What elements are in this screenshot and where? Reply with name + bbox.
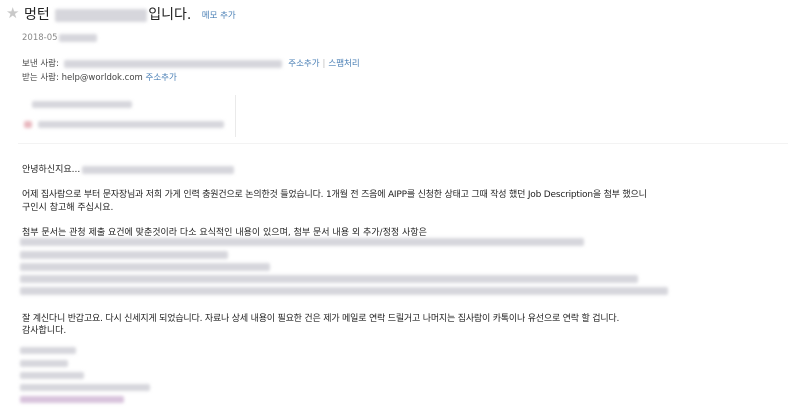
redacted-signature [20, 347, 76, 354]
redacted-subject [55, 8, 148, 22]
redacted-list-item [20, 251, 228, 259]
paragraph-1-line-1: 어제 집사람으로 부터 문자장님과 저희 가게 인력 충원건으로 논의한것 들었… [22, 190, 647, 200]
sender-row: 보낸 사람: 주소추가 | 스팸처리 [22, 57, 360, 69]
star-icon[interactable]: ★ [6, 4, 19, 22]
sender-add-address-link[interactable]: 주소추가 [288, 59, 319, 69]
file-icon [24, 121, 32, 128]
header-divider [18, 143, 788, 144]
email-subject: 멍턴 입니다. 메모 추가 [24, 4, 236, 24]
paragraph-3-line-2: 감사합니다. [22, 326, 67, 336]
recipient-label: 받는 사람: [22, 73, 59, 83]
redacted-signature [20, 384, 150, 391]
redacted-date [58, 33, 97, 42]
spam-link[interactable]: 스팸처리 [328, 59, 359, 69]
paragraph-3-line-1: 잘 계신다니 반갑고요. 다시 신세지게 되었습니다. 자료나 상세 내용이 필… [22, 314, 620, 324]
redacted-signature-link[interactable] [20, 396, 124, 403]
paragraph-2-intro: 첨부 문서는 관청 제출 요건에 맞춘것이라 다소 요식적인 내용이 있으며, … [22, 228, 427, 238]
redacted-sender [63, 59, 282, 68]
paragraph-1-line-2: 구인시 참고해 주십시요. [22, 203, 114, 213]
email-date: 2018-05 [22, 33, 97, 43]
recipient-email: help@worldok.com [61, 73, 143, 83]
greeting-text: 안녕하신지요... [22, 165, 81, 175]
redacted-list-item [20, 238, 584, 246]
attachment-area [18, 95, 236, 137]
redacted-list-item [20, 287, 668, 295]
redacted-signature [20, 360, 68, 367]
memo-add-link[interactable]: 메모 추가 [202, 11, 236, 21]
recipient-add-address-link[interactable]: 주소추가 [146, 73, 177, 83]
redacted-attachment-file[interactable] [38, 121, 224, 128]
separator: | [322, 59, 326, 69]
recipient-row: 받는 사람: help@worldok.com 주소추가 [22, 71, 177, 83]
subject-prefix: 멍턴 [24, 7, 50, 23]
sender-label: 보낸 사람: [22, 59, 59, 69]
redacted-greeting-name [82, 165, 235, 174]
subject-suffix: 입니다. [148, 7, 192, 23]
greeting-line: 안녕하신지요... [22, 162, 235, 175]
redacted-list-item [20, 275, 638, 283]
redacted-attachment-title [32, 101, 132, 108]
redacted-list-item [20, 263, 270, 271]
date-text: 2018-05 [22, 33, 58, 43]
redacted-signature [20, 372, 84, 379]
